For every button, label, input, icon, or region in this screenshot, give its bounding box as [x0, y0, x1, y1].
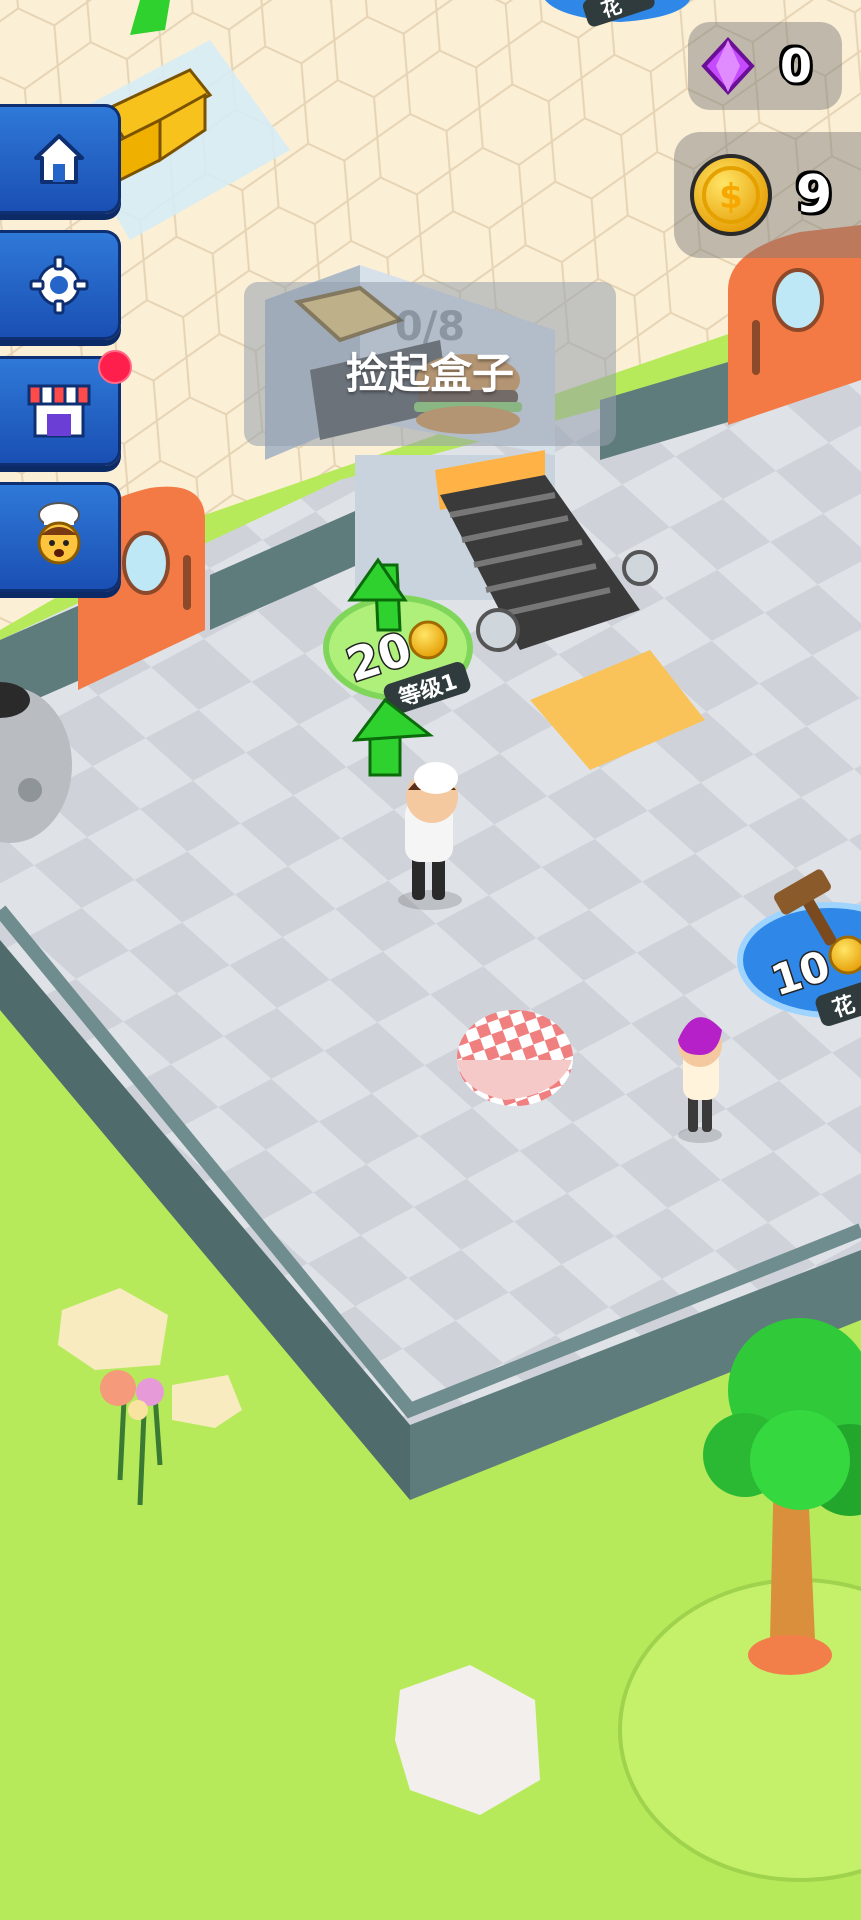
chef-button[interactable]: [0, 482, 121, 592]
door-handle: [752, 320, 760, 375]
coin-icon: [408, 620, 448, 660]
coin-count: 9: [796, 165, 833, 225]
coin-icon: $: [690, 154, 772, 236]
gem-counter: 0: [688, 22, 842, 110]
notification-dot: [98, 350, 132, 384]
shop-icon: [27, 384, 91, 438]
home-button[interactable]: [0, 104, 121, 214]
checkered-table: [457, 1010, 573, 1106]
task-panel: 0/8 捡起盒子: [244, 282, 616, 446]
gem-count: 0: [780, 39, 813, 93]
gem-icon: [701, 37, 755, 95]
task-label: 捡起盒子: [345, 349, 514, 398]
door-handle: [183, 555, 191, 610]
svg-text:$: $: [719, 177, 743, 217]
chef-icon: [37, 502, 81, 565]
door-window: [122, 531, 170, 595]
coin-counter: $ 9: [674, 132, 861, 258]
gear-icon: [29, 255, 89, 315]
home-icon: [34, 134, 84, 184]
door-window: [772, 268, 824, 332]
settings-button[interactable]: [0, 230, 121, 340]
